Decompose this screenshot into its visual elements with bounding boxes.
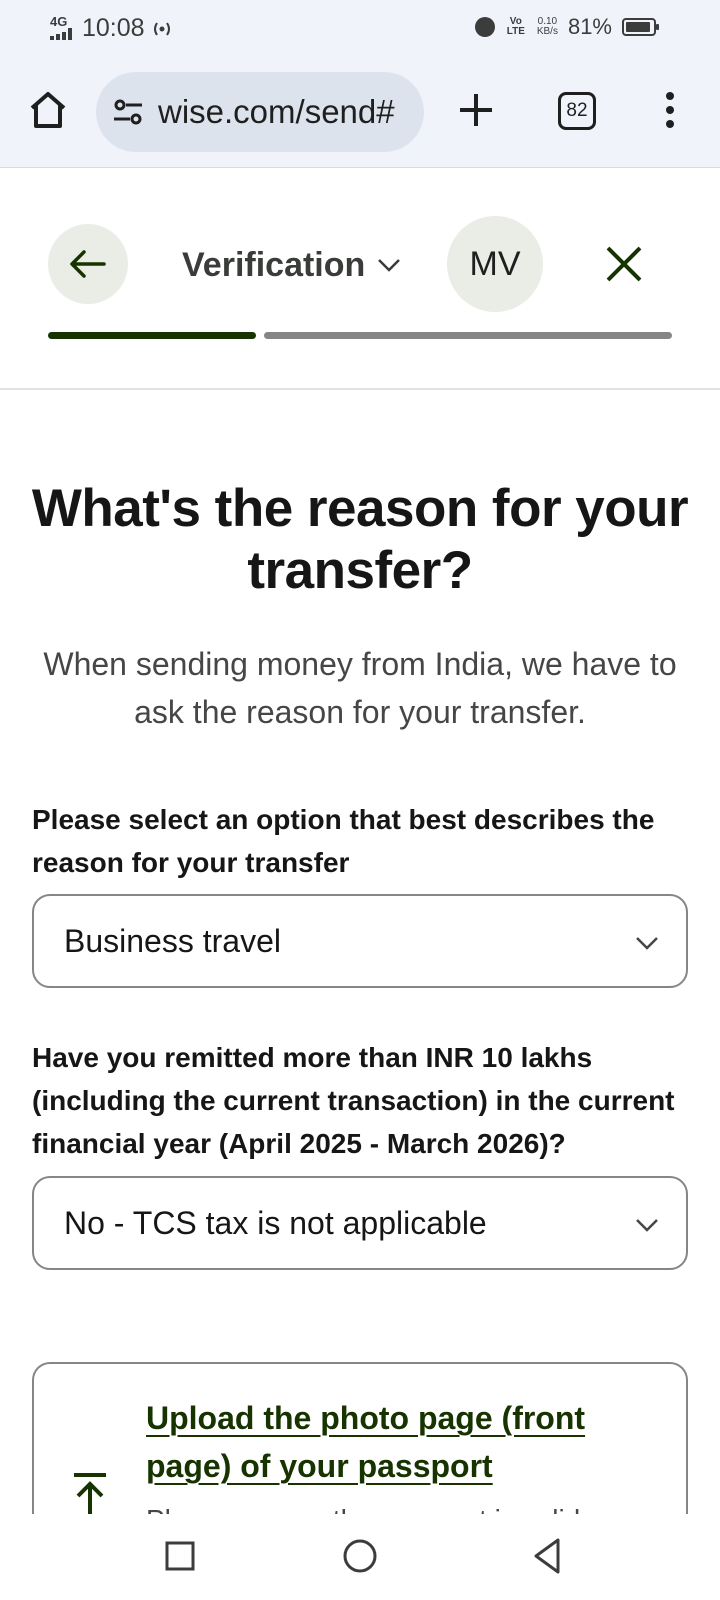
url-text[interactable]: wise.com/send#: [158, 93, 395, 131]
system-nav-bar: [0, 1514, 720, 1600]
volte-indicator: Vo LTE: [506, 16, 525, 37]
site-settings-icon[interactable]: [112, 96, 144, 128]
status-bar: 4G 10:08 Vo LTE 0.10 KB/s 81%: [0, 0, 720, 56]
home-circle-icon[interactable]: [338, 1534, 382, 1578]
chevron-down-icon: [378, 259, 401, 272]
network-speed: 0.10 KB/s: [537, 17, 558, 37]
close-icon[interactable]: [596, 236, 652, 292]
home-icon[interactable]: [26, 88, 70, 132]
reason-field-label: Please select an option that best descri…: [32, 804, 655, 878]
speed-unit: KB/s: [536, 26, 558, 37]
chevron-down-icon: [636, 1219, 658, 1232]
battery-icon: [622, 18, 659, 36]
clock: 10:08: [82, 14, 145, 42]
plus-icon[interactable]: [456, 90, 496, 130]
remittance-select-value: No - TCS tax is not applicable: [64, 1204, 487, 1241]
avatar-initials: MV: [469, 244, 521, 283]
back-button[interactable]: [48, 224, 128, 304]
hotspot-icon: [153, 21, 170, 36]
network-type: 4G: [50, 13, 68, 29]
step-selector[interactable]: Verification: [182, 240, 401, 290]
reason-select[interactable]: Business travel: [32, 894, 688, 988]
signal-icon: [50, 27, 72, 40]
avatar[interactable]: MV: [447, 216, 543, 312]
more-vert-icon[interactable]: [658, 88, 682, 132]
remittance-select[interactable]: No - TCS tax is not applicable: [32, 1176, 688, 1270]
battery-percent: 81%: [567, 14, 612, 39]
remittance-field-label: Have you remitted more than INR 10 lakhs…: [32, 1042, 675, 1159]
upload-icon: [74, 1473, 106, 1514]
address-bar[interactable]: wise.com/send#: [96, 72, 424, 152]
header-divider: [0, 388, 720, 390]
back-triangle-icon[interactable]: [526, 1534, 570, 1578]
progress-bar-complete: [48, 332, 256, 339]
reason-select-value: Business travel: [64, 922, 281, 959]
chevron-down-icon: [636, 937, 658, 950]
network-indicator: 4G: [50, 13, 76, 42]
status-left: 4G 10:08: [50, 14, 173, 43]
upload-passport-link[interactable]: Upload the photo page (front page) of yo…: [146, 1394, 616, 1490]
browser-toolbar: wise.com/send# 82: [0, 56, 720, 168]
arrow-left-icon: [70, 250, 106, 278]
page-title: What's the reason for your transfer?: [31, 479, 689, 600]
page-subtitle: When sending money from India, we have t…: [43, 646, 677, 730]
tabs-button[interactable]: 82: [558, 92, 596, 130]
alarm-icon: [474, 17, 495, 37]
step-title: Verification: [182, 245, 366, 284]
tab-count: 82: [566, 100, 588, 121]
progress-bar-remaining: [264, 332, 672, 339]
recents-square-icon[interactable]: [158, 1534, 202, 1578]
status-right: Vo LTE 0.10 KB/s 81%: [474, 14, 659, 40]
